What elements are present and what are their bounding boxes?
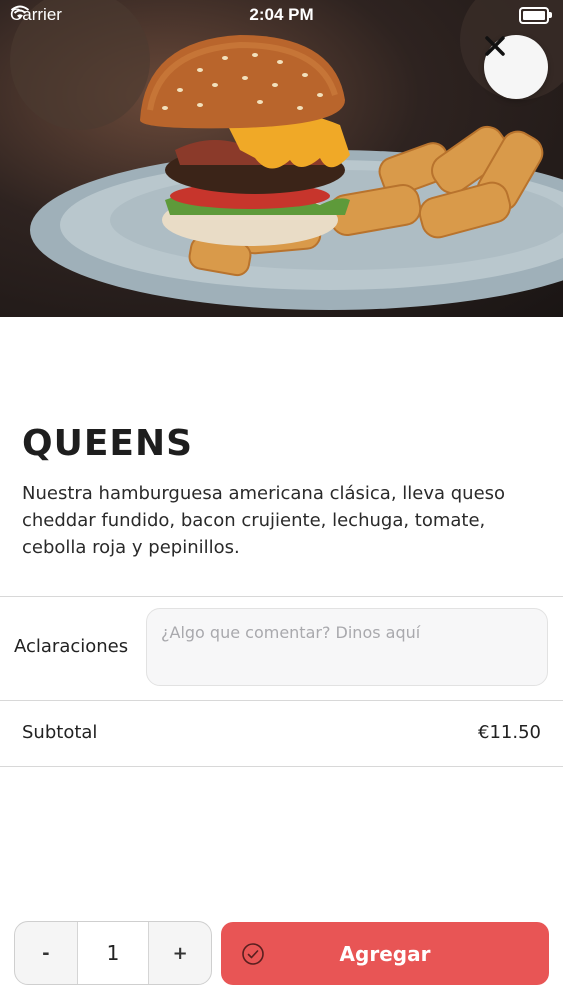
status-bar: Carrier 2:04 PM: [0, 0, 563, 30]
close-button[interactable]: [484, 35, 548, 99]
divider: [0, 700, 563, 701]
close-icon: [485, 36, 505, 56]
product-title: QUEENS: [22, 423, 194, 464]
increment-button[interactable]: +: [149, 922, 211, 984]
product-description: Nuestra hamburguesa americana clásica, l…: [22, 483, 506, 558]
check-circle-icon: [242, 943, 264, 965]
subtotal-label: Subtotal: [22, 722, 98, 743]
decrement-button[interactable]: -: [15, 922, 77, 984]
battery-icon: [519, 7, 552, 24]
divider: [0, 596, 563, 597]
subtotal-value: €11.50: [478, 722, 541, 743]
divider: [0, 766, 563, 767]
add-to-cart-button[interactable]: Agregar: [221, 922, 549, 985]
product-image: Carrier 2:04 PM: [0, 0, 563, 317]
quantity-stepper: - 1 +: [14, 921, 212, 985]
add-button-label: Agregar: [339, 941, 431, 966]
status-time: 2:04 PM: [249, 5, 314, 24]
quantity-value: 1: [76, 922, 150, 984]
burger-illustration: [10, 0, 563, 310]
notes-input[interactable]: [146, 608, 548, 686]
notes-label: Aclaraciones: [14, 636, 129, 657]
